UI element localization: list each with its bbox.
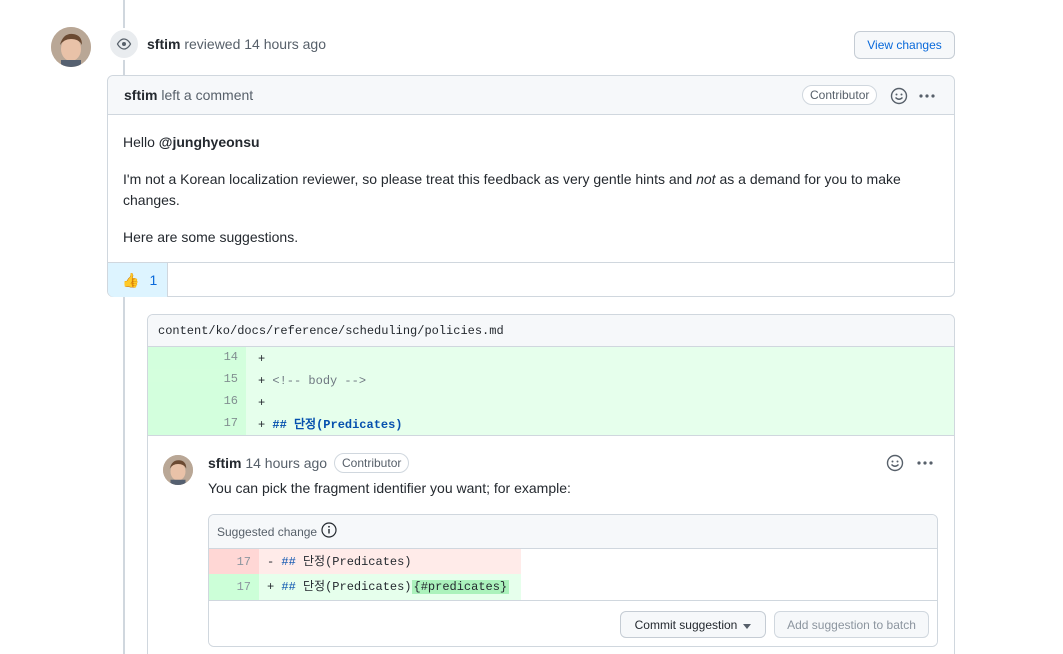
paragraph-2: Here are some suggestions. [123, 229, 299, 245]
comment-header: sftim left a comment Contributor [108, 76, 954, 115]
file-path[interactable]: content/ko/docs/reference/scheduling/pol… [148, 315, 954, 347]
paragraph-1-a: I'm not a Korean localization reviewer, … [123, 171, 693, 187]
comment-author[interactable]: sftim [124, 87, 157, 103]
greeting-line: Hello @junghyeonsu [123, 132, 939, 153]
avatar[interactable] [163, 455, 193, 485]
thumbs-up-reaction[interactable]: 👍 1 [108, 263, 168, 297]
line-code: - ## 단정(Predicates) [267, 555, 412, 569]
suggestion-actions: Commit suggestion Add suggestion to batc… [209, 600, 937, 646]
greeting-text: Hello [123, 134, 155, 150]
thumbs-up-icon: 👍 [122, 271, 140, 288]
thread-time[interactable]: 14 hours ago [245, 455, 327, 471]
line-code: + [258, 352, 266, 366]
review-header: sftim reviewed 14 hours ago [147, 36, 326, 52]
caret-down-icon [743, 618, 752, 632]
paragraph-1-emphasis: not [696, 171, 716, 187]
line-number[interactable]: 17 [148, 413, 246, 435]
suggested-change-header: Suggested change [209, 515, 937, 549]
diff-line: 17 + ## 단정(Predicates) [148, 413, 954, 435]
commit-suggestion-button[interactable]: Commit suggestion [620, 611, 766, 638]
add-to-batch-button[interactable]: Add suggestion to batch [774, 611, 929, 638]
user-mention[interactable]: @junghyeonsu [159, 134, 260, 150]
review-thread: sftim 14 hours ago Contributor You can p… [148, 435, 954, 654]
paragraph-1: I'm not a Korean localization reviewer, … [123, 169, 939, 211]
thread-comment-text: You can pick the fragment identifier you… [208, 480, 571, 496]
view-changes-button[interactable]: View changes [854, 31, 955, 59]
avatar[interactable] [51, 27, 91, 67]
kebab-menu-icon[interactable] [914, 453, 936, 473]
thread-header: sftim 14 hours ago [208, 455, 327, 471]
line-code: + ## 단정(Predicates) {#predicates} [267, 580, 510, 594]
review-time[interactable]: 14 hours ago [244, 36, 326, 52]
commit-suggestion-label: Commit suggestion [634, 617, 738, 632]
reactions-bar: 👍 1 [108, 262, 954, 297]
review-action: reviewed [184, 36, 241, 52]
added-fragment: {#predicates} [411, 580, 510, 594]
diff-line: 15 + <!-- body --> [148, 369, 954, 391]
deleted-line: 17 - ## 단정(Predicates) [209, 549, 521, 575]
eye-icon [108, 28, 140, 60]
diff-line: 14 + [148, 347, 954, 369]
smiley-icon[interactable] [889, 86, 909, 106]
added-line: 17 + ## 단정(Predicates) {#predicates} [209, 574, 521, 600]
suggested-change: Suggested change 17 - ## 단정(Predicates) … [208, 514, 938, 647]
review-comment: sftim left a comment Contributor Hello @… [107, 75, 955, 297]
line-code: + <!-- body --> [258, 374, 367, 388]
file-diff: content/ko/docs/reference/scheduling/pol… [147, 314, 955, 654]
line-number[interactable]: 15 [148, 369, 246, 391]
thread-author[interactable]: sftim [208, 455, 241, 471]
line-number: 17 [209, 574, 259, 600]
kebab-menu-icon[interactable] [916, 86, 938, 106]
smiley-icon[interactable] [885, 453, 905, 473]
suggested-change-title: Suggested change [217, 524, 318, 539]
line-code: + ## 단정(Predicates) [258, 418, 403, 432]
info-icon[interactable] [321, 522, 337, 541]
comment-body: Hello @junghyeonsu I'm not a Korean loca… [108, 115, 954, 248]
contributor-badge: Contributor [802, 85, 878, 105]
line-number: 17 [209, 549, 259, 575]
reaction-count: 1 [149, 272, 158, 288]
line-number[interactable]: 14 [148, 347, 246, 369]
review-author[interactable]: sftim [147, 36, 180, 52]
diff-line: 16 + [148, 391, 954, 413]
line-code: + [258, 396, 266, 410]
line-number[interactable]: 16 [148, 391, 246, 413]
contributor-badge: Contributor [334, 453, 410, 473]
comment-action: left a comment [161, 87, 254, 103]
